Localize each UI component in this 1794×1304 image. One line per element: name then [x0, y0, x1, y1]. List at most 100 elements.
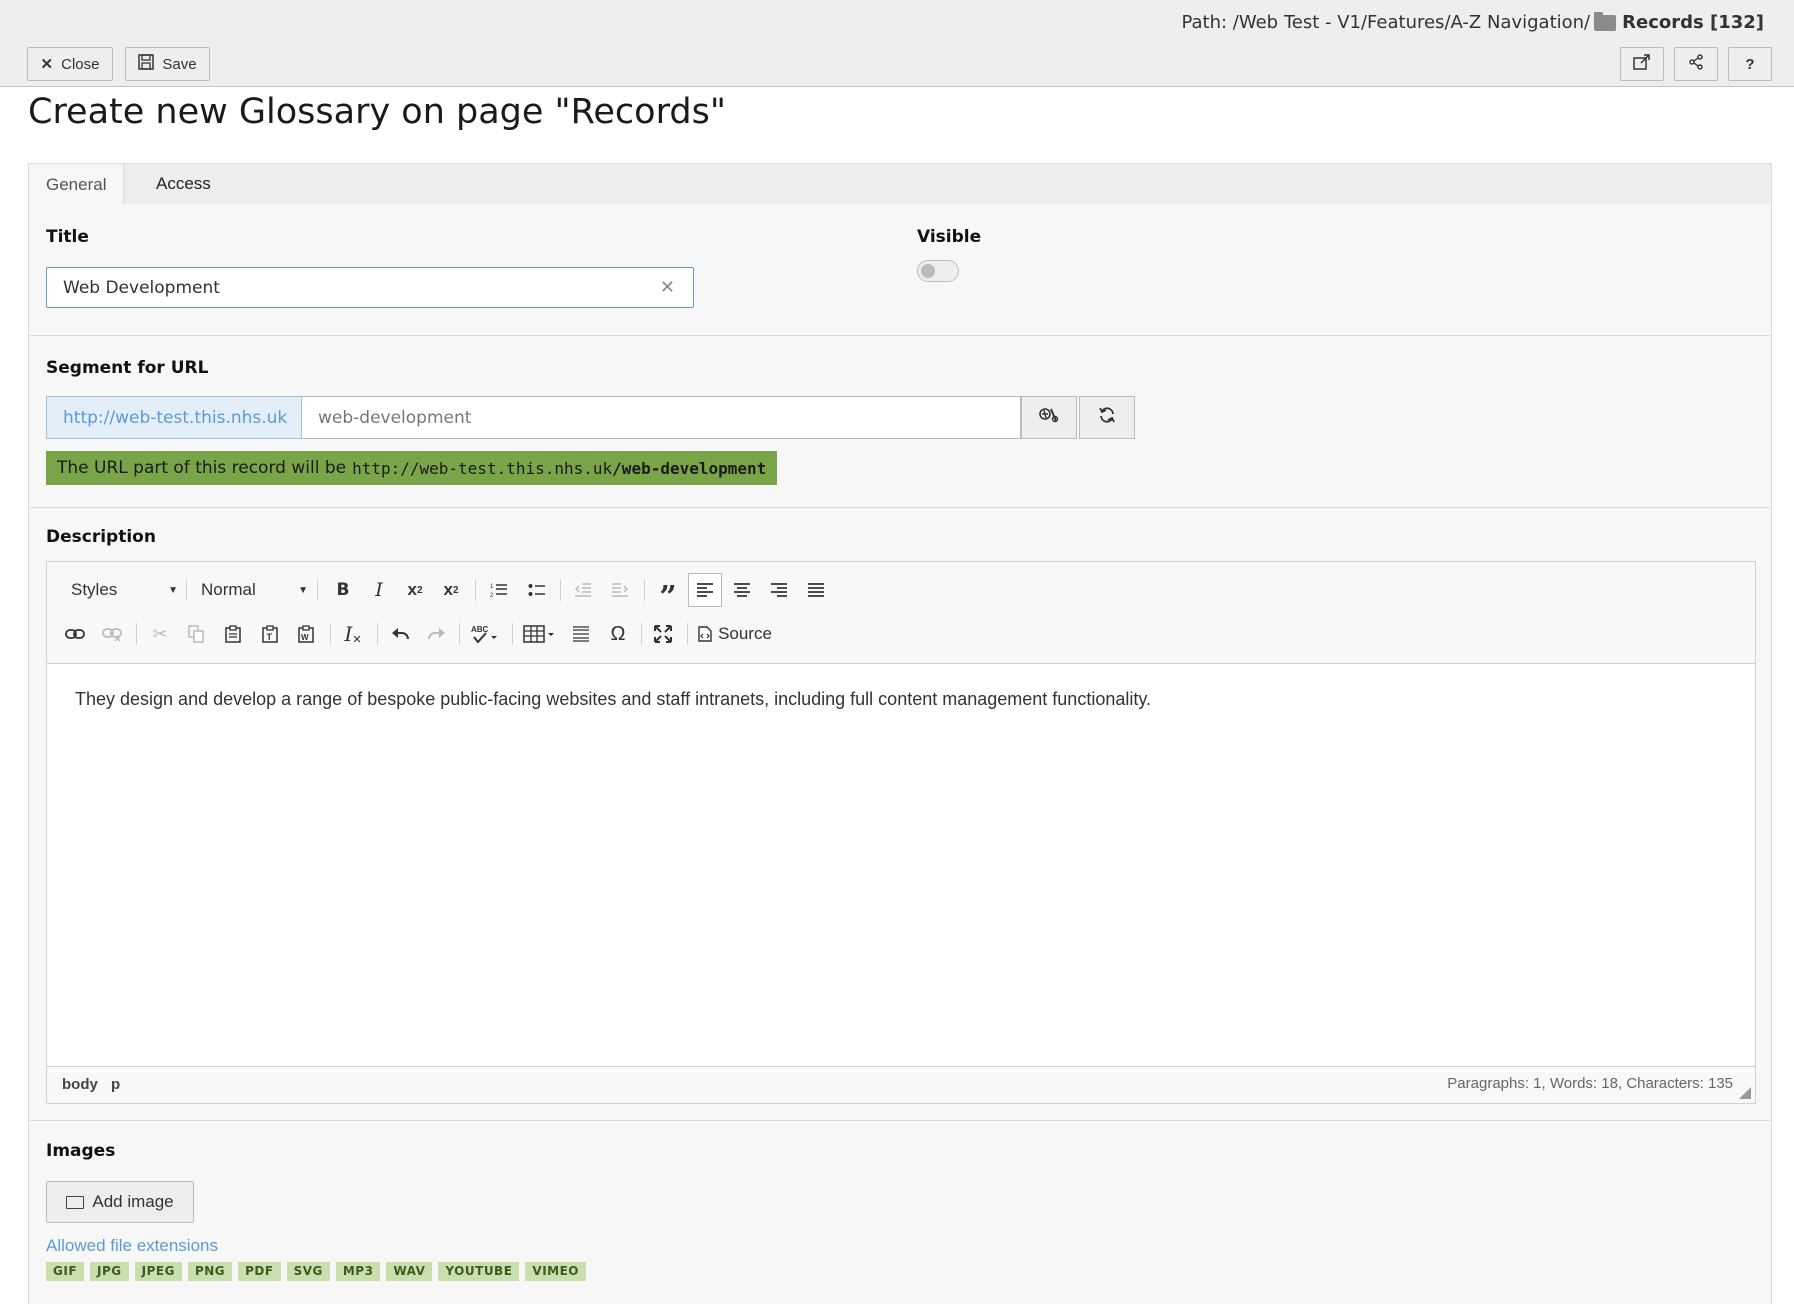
- extension-badge: VIMEO: [525, 1262, 586, 1281]
- svg-text:T: T: [267, 632, 273, 642]
- external-link-icon: [1633, 54, 1651, 74]
- toolbar-separator: [317, 579, 318, 601]
- styles-dropdown-label: Styles: [71, 580, 118, 599]
- unlink-icon[interactable]: [96, 618, 128, 650]
- redo-icon[interactable]: [421, 618, 453, 650]
- allowed-extensions-link[interactable]: Allowed file extensions: [46, 1236, 218, 1256]
- tab-general[interactable]: General: [28, 163, 125, 206]
- paste-icon[interactable]: [217, 618, 249, 650]
- toolbar-separator: [512, 623, 513, 645]
- blockquote-icon[interactable]: ”: [652, 574, 684, 615]
- paste-text-icon[interactable]: T: [254, 618, 286, 650]
- help-button[interactable]: ?: [1728, 47, 1772, 81]
- numbered-list-icon[interactable]: 12: [483, 574, 515, 606]
- table-icon[interactable]: [519, 618, 559, 650]
- bulleted-list-icon[interactable]: [521, 574, 553, 606]
- visible-label: Visible: [917, 227, 982, 247]
- outdent-icon[interactable]: [567, 574, 599, 606]
- chevron-down-icon: ▼: [298, 584, 308, 596]
- url-note-base: http://web-test.this.nhs.uk: [352, 458, 613, 478]
- divider: [29, 335, 1771, 336]
- visible-toggle[interactable]: [917, 260, 959, 282]
- breadcrumb-path: Path: /Web Test - V1/Features/A-Z Naviga…: [1181, 12, 1591, 33]
- toggle-knob: [921, 264, 935, 278]
- superscript-icon[interactable]: x2: [435, 574, 467, 606]
- toolbar-separator: [136, 623, 137, 645]
- toolbar-separator: [459, 623, 460, 645]
- undo-icon[interactable]: [384, 618, 416, 650]
- styles-dropdown[interactable]: Styles ▼: [71, 574, 178, 606]
- tab-bar: General Access: [28, 163, 1772, 206]
- extension-badge: SVG: [286, 1262, 330, 1281]
- url-note-url: http://web-test.this.nhs.uk/web-developm…: [352, 459, 766, 478]
- format-dropdown[interactable]: Normal ▼: [201, 574, 308, 606]
- justify-icon[interactable]: [800, 574, 832, 606]
- close-button[interactable]: ✕ Close: [27, 47, 113, 81]
- tab-access[interactable]: Access: [139, 163, 228, 205]
- url-segment-group: http://web-test.this.nhs.uk web-developm…: [46, 396, 1135, 439]
- clear-icon[interactable]: ✕: [660, 277, 675, 298]
- cut-icon[interactable]: ✂: [144, 618, 176, 650]
- maximize-icon[interactable]: [647, 618, 679, 650]
- folder-icon: [66, 1195, 85, 1209]
- align-left-icon[interactable]: [688, 573, 722, 607]
- remove-format-icon[interactable]: I ✕: [337, 618, 369, 650]
- editor-content[interactable]: They design and develop a range of bespo…: [75, 689, 1151, 710]
- title-input[interactable]: Web Development ✕: [46, 267, 694, 308]
- description-label: Description: [46, 527, 156, 547]
- source-label: Source: [718, 624, 772, 643]
- toolbar-separator: [186, 579, 187, 601]
- format-dropdown-label: Normal: [201, 580, 256, 599]
- add-image-button[interactable]: Add image: [46, 1181, 194, 1223]
- align-center-icon[interactable]: [726, 574, 758, 606]
- chevron-down-icon: ▼: [168, 584, 178, 596]
- divider: [29, 507, 1771, 508]
- bold-icon[interactable]: B: [327, 574, 359, 606]
- toggle-edit-segment-button[interactable]: [1021, 396, 1077, 439]
- toolbar-separator: [641, 623, 642, 645]
- link-icon[interactable]: [59, 618, 91, 650]
- url-prefix: http://web-test.this.nhs.uk: [46, 396, 302, 439]
- copy-icon[interactable]: [180, 618, 212, 650]
- paste-from-word-icon[interactable]: W: [290, 618, 322, 650]
- extension-badge: JPEG: [134, 1262, 182, 1281]
- share-button[interactable]: [1674, 47, 1718, 81]
- editor-toolbar: Styles ▼ Normal ▼ B I x2 x2 12 ” ✂ T W I…: [47, 562, 1755, 664]
- form-panel: Title Web Development ✕ Visible Segment …: [28, 204, 1772, 1304]
- edit-segment-icon: [1039, 406, 1059, 429]
- extension-badge: MP3: [335, 1262, 381, 1281]
- svg-text:2: 2: [490, 593, 494, 598]
- recalculate-segment-button[interactable]: [1079, 396, 1135, 439]
- align-right-icon[interactable]: [763, 574, 795, 606]
- top-toolbar: Path: /Web Test - V1/Features/A-Z Naviga…: [0, 0, 1794, 87]
- special-character-icon[interactable]: Ω: [602, 618, 634, 650]
- toolbar-separator: [475, 579, 476, 601]
- open-external-button[interactable]: [1620, 47, 1664, 81]
- editor-statusbar: body p Paragraphs: 1, Words: 18, Charact…: [47, 1066, 1755, 1103]
- url-note-text: The URL part of this record will be: [57, 458, 347, 478]
- toolbar-separator: [687, 623, 688, 645]
- element-path-p[interactable]: p: [111, 1076, 120, 1093]
- share-icon: [1688, 54, 1704, 74]
- extension-badge: PDF: [238, 1262, 281, 1281]
- subscript-icon[interactable]: x2: [399, 574, 431, 606]
- url-preview-note: The URL part of this record will be http…: [46, 451, 778, 485]
- element-path-body[interactable]: body: [62, 1076, 98, 1093]
- save-button[interactable]: Save: [125, 47, 210, 81]
- title-label: Title: [46, 227, 89, 247]
- horizontal-line-icon[interactable]: [565, 618, 597, 650]
- indent-icon[interactable]: [604, 574, 636, 606]
- url-segment-input[interactable]: web-development: [302, 396, 1021, 439]
- divider: [29, 1120, 1771, 1121]
- resize-handle[interactable]: [1739, 1087, 1751, 1099]
- source-button[interactable]: Source: [695, 618, 775, 650]
- breadcrumb-current: Records [132]: [1622, 12, 1764, 33]
- toolbar-separator: [644, 579, 645, 601]
- folder-icon: [1594, 11, 1617, 31]
- italic-icon[interactable]: I: [363, 574, 395, 606]
- close-icon: ✕: [40, 56, 54, 73]
- svg-text:1: 1: [490, 584, 494, 590]
- extension-badge: JPG: [90, 1262, 129, 1281]
- segment-label: Segment for URL: [46, 358, 209, 378]
- spellcheck-icon[interactable]: ABC: [465, 618, 505, 650]
